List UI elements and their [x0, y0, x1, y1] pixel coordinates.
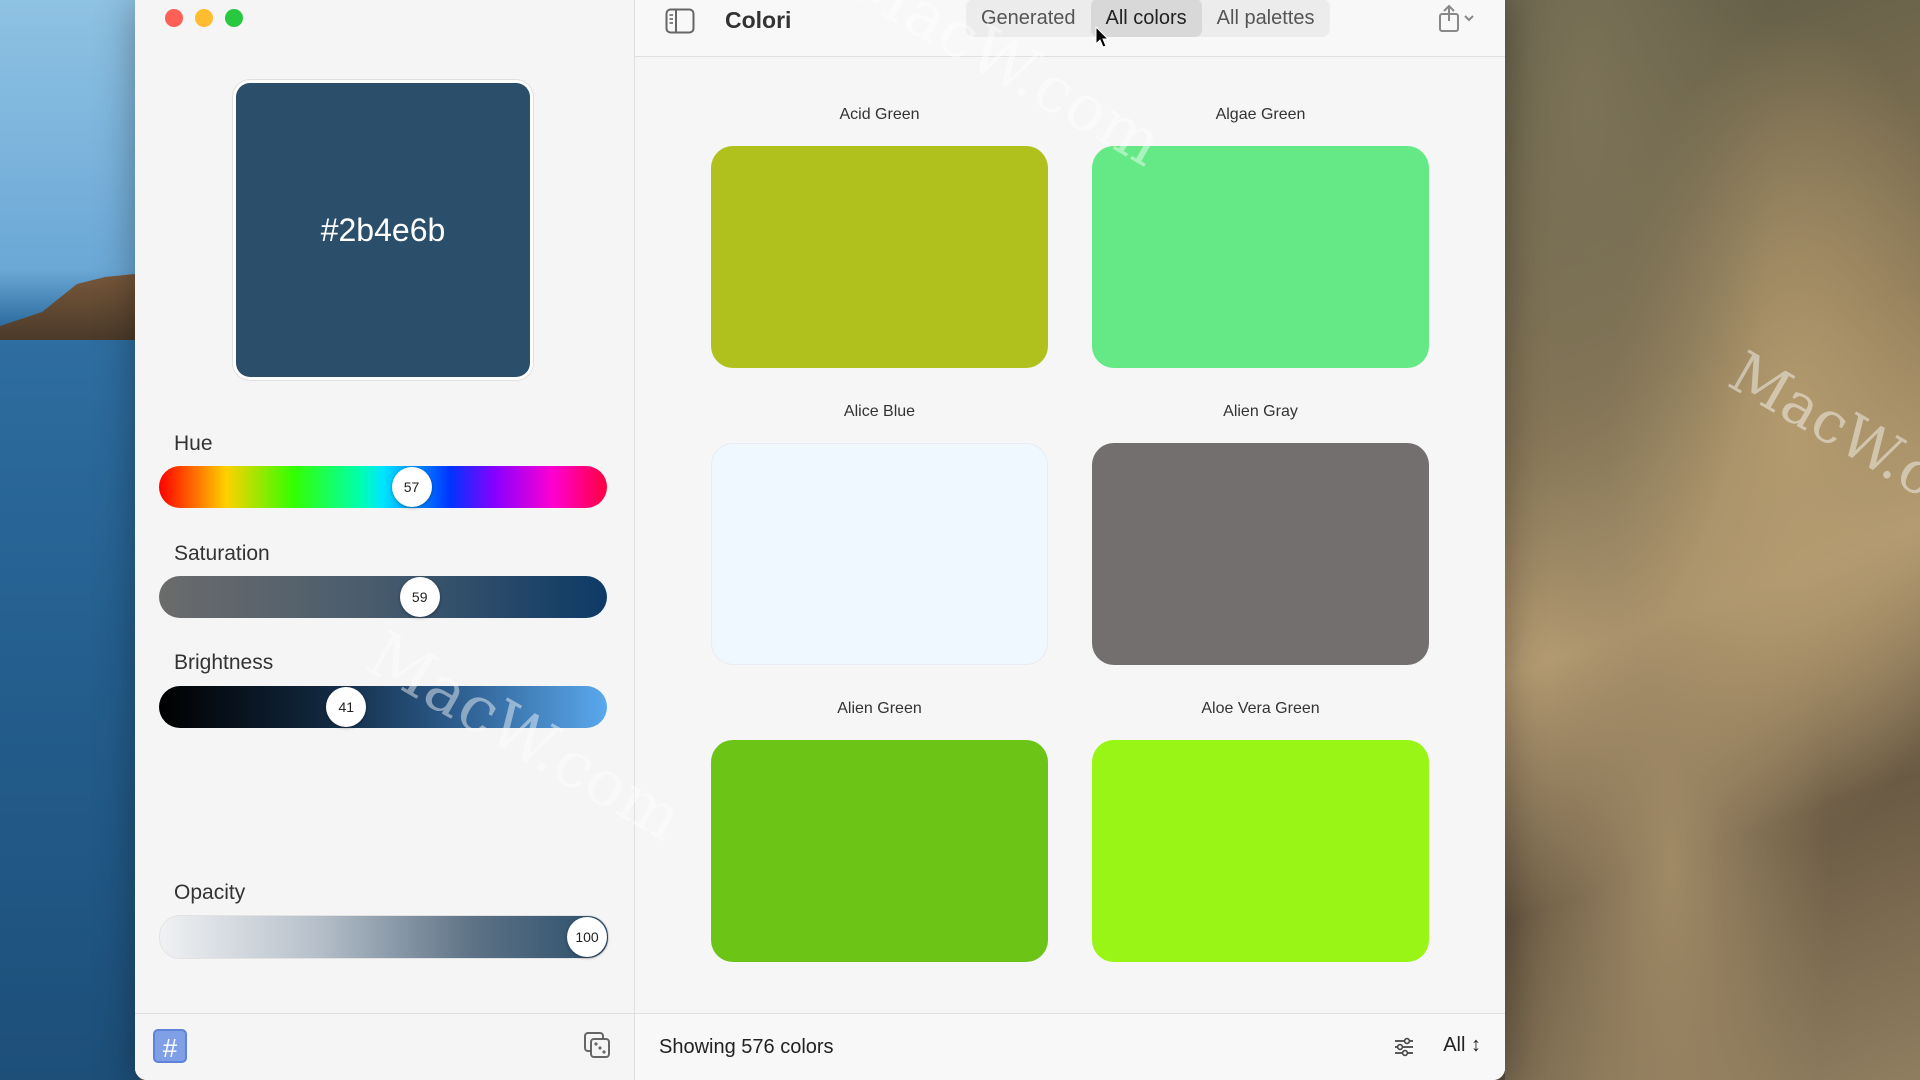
- current-color-swatch[interactable]: #2b4e6b: [236, 83, 530, 377]
- color-card-acid-green[interactable]: Acid Green: [711, 106, 1048, 368]
- hue-label: Hue: [174, 432, 213, 455]
- minimize-window-button[interactable]: [195, 9, 213, 27]
- brightness-slider[interactable]: 41: [159, 686, 607, 728]
- color-card-aloe-vera-green[interactable]: Aloe Vera Green: [1092, 700, 1429, 962]
- color-card-algae-green[interactable]: Algae Green: [1092, 106, 1429, 368]
- share-icon[interactable]: [1437, 4, 1477, 34]
- chevron-updown-icon: ↕: [1471, 1034, 1481, 1056]
- color-name: Alien Green: [837, 700, 922, 717]
- saturation-label: Saturation: [174, 542, 270, 565]
- app-title: Colori: [725, 7, 792, 33]
- filter-settings-icon[interactable]: [1393, 1036, 1415, 1058]
- color-name: Alien Gray: [1223, 403, 1298, 420]
- saturation-slider[interactable]: 59: [159, 576, 607, 618]
- color-swatch[interactable]: [1092, 740, 1429, 962]
- color-card-alien-green[interactable]: Alien Green: [711, 700, 1048, 962]
- main-content: Colori Generated All colors All palettes…: [635, 0, 1505, 1080]
- color-card-alice-blue[interactable]: Alice Blue: [711, 403, 1048, 665]
- color-count-text: Showing 576 colors: [659, 1036, 834, 1058]
- opacity-label: Opacity: [174, 881, 246, 904]
- brightness-label: Brightness: [174, 651, 274, 674]
- desktop-wallpaper-right: [1505, 0, 1920, 1080]
- sidebar-toggle-icon[interactable]: [665, 8, 695, 34]
- island-silhouette: [0, 273, 140, 340]
- window-controls: [165, 9, 243, 27]
- view-segmented-control: Generated All colors All palettes: [966, 0, 1330, 37]
- tab-generated[interactable]: Generated: [966, 0, 1091, 37]
- color-card-alien-gray[interactable]: Alien Gray: [1092, 403, 1429, 665]
- brightness-slider-thumb[interactable]: 41: [326, 687, 367, 727]
- filter-select[interactable]: All ↕: [1443, 1034, 1481, 1057]
- zoom-window-button[interactable]: [225, 9, 243, 27]
- color-name: Aloe Vera Green: [1201, 700, 1320, 717]
- hue-slider-thumb[interactable]: 57: [391, 467, 432, 507]
- desktop-wallpaper-left: [0, 0, 140, 1080]
- color-name: Alice Blue: [843, 403, 916, 420]
- color-swatch[interactable]: [711, 740, 1048, 962]
- toolbar: Colori Generated All colors All palettes: [635, 0, 1505, 57]
- color-swatch[interactable]: [1092, 443, 1429, 665]
- app-window: #2b4e6b Hue 57 Saturation 59 Brightness …: [135, 0, 1505, 1080]
- mouse-cursor-icon: [1095, 26, 1109, 48]
- status-bar: Showing 576 colors All ↕: [635, 1013, 1505, 1080]
- opacity-slider[interactable]: 100: [159, 915, 609, 959]
- opacity-slider-thumb[interactable]: 100: [567, 917, 607, 957]
- color-name: Acid Green: [839, 106, 920, 123]
- current-color-hex: #2b4e6b: [320, 211, 446, 248]
- color-swatch[interactable]: [711, 443, 1048, 665]
- saturation-slider-thumb[interactable]: 59: [399, 577, 440, 617]
- hex-input-button[interactable]: #: [153, 1029, 187, 1063]
- color-swatch[interactable]: [1092, 146, 1429, 368]
- filter-select-value: All: [1443, 1034, 1466, 1056]
- random-color-icon[interactable]: [582, 1030, 612, 1060]
- color-name: Algae Green: [1215, 106, 1306, 123]
- hue-slider[interactable]: 57: [159, 466, 607, 508]
- color-editor-sidebar: #2b4e6b Hue 57 Saturation 59 Brightness …: [135, 0, 635, 1080]
- color-swatch[interactable]: [711, 146, 1048, 368]
- close-window-button[interactable]: [165, 9, 183, 27]
- tab-all-palettes[interactable]: All palettes: [1202, 0, 1330, 37]
- sidebar-footer: #: [135, 1013, 634, 1080]
